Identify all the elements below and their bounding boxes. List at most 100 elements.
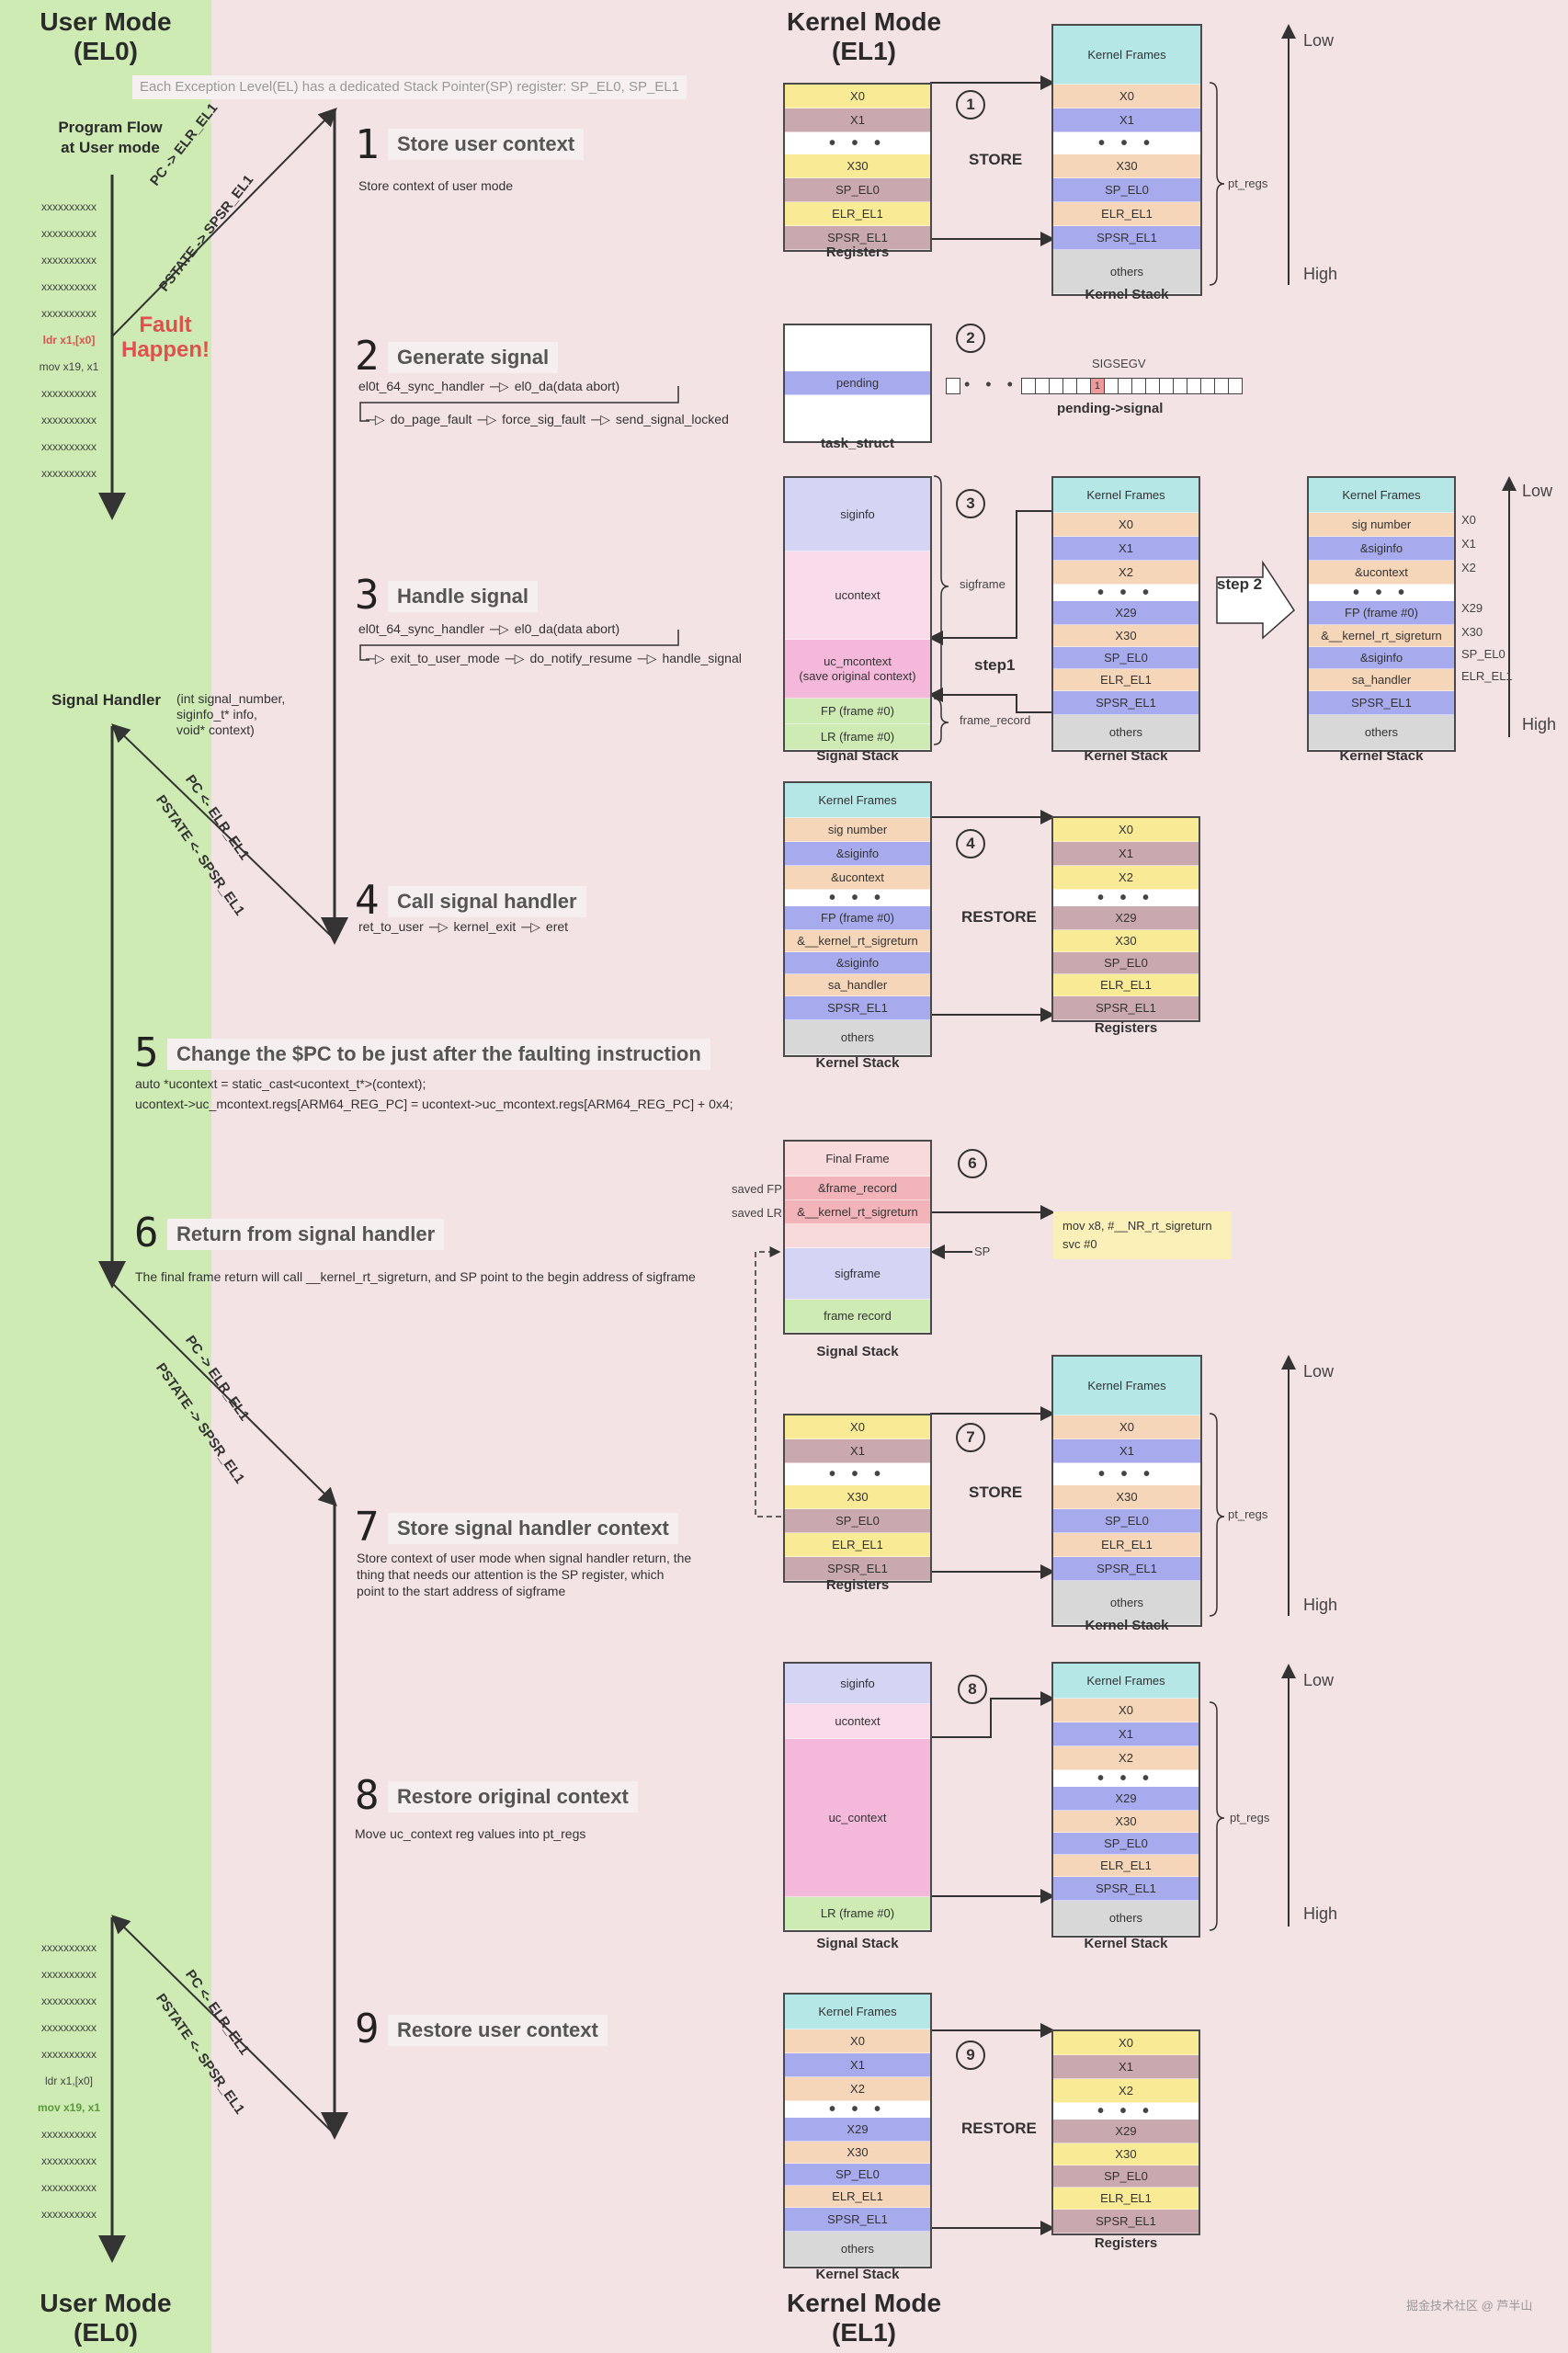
code-line: xxxxxxxxxx	[41, 2128, 97, 2141]
stack-cell: siginfo	[785, 478, 930, 551]
stack-cell: X29	[1053, 1787, 1199, 1811]
kernel-mode-el: (EL1)	[832, 37, 896, 65]
step2-chain-2: ─▷ do_page_fault ─▷ force_sig_fault ─▷ send_s…	[360, 412, 729, 427]
stack-cell: X30	[1053, 625, 1199, 647]
chain-item: do_page_fault	[390, 412, 472, 426]
stack-cell: SPSR_EL1	[785, 2208, 930, 2232]
chain-item: el0t_64_sync_handler	[358, 621, 484, 636]
stack-cell: SP_EL0	[785, 1509, 930, 1533]
stack-cell: &siginfo	[785, 952, 930, 974]
program-flow-line1: Program Flow	[58, 119, 163, 136]
d3-reg-map-label: ELR_EL1	[1461, 669, 1513, 683]
stack-cell: X30	[1053, 154, 1200, 178]
stack-cell: Kernel Frames	[1053, 1664, 1199, 1699]
stack-cell: SPSR_EL1	[1053, 1557, 1200, 1581]
stack-cell: • • •	[1053, 584, 1199, 602]
stack-cell: ELR_EL1	[785, 202, 930, 226]
stack-cell: Final Frame	[785, 1142, 930, 1176]
bit-cell	[1172, 377, 1187, 394]
stack-cell: • • •	[1053, 889, 1199, 907]
stack-cell: X2	[1053, 2079, 1199, 2103]
step-number: 4	[355, 877, 380, 924]
step-circle-badge: 1	[956, 90, 985, 119]
step-title: Return from signal handler	[167, 1219, 445, 1250]
stack-cell: SPSR_EL1	[785, 996, 930, 1020]
d3-reg-map-label: X0	[1461, 513, 1476, 527]
stack-cell: SP_EL0	[1053, 952, 1199, 974]
d8-kernel-stack: Kernel Frames X0 X1 X2 • • • X29 X30 SP_EL0 ELR_…	[1051, 1662, 1200, 1938]
stack-cell: X0	[1053, 818, 1199, 842]
stack-cell: X0	[1053, 85, 1200, 108]
step-number: 5	[134, 1029, 159, 1076]
user-mode-footer-el: (EL0)	[74, 2318, 138, 2347]
stack-cell: ELR_EL1	[1053, 1855, 1199, 1877]
bit-cell	[1117, 377, 1132, 394]
stack-cell: Kernel Frames	[1053, 478, 1199, 513]
d1-op-label: STORE	[969, 151, 1023, 168]
kernel-mode-title: Kernel Mode	[786, 7, 942, 36]
bit-cell	[1186, 377, 1201, 394]
bit-cell	[1227, 377, 1243, 394]
stack-cell: SPSR_EL1	[1053, 996, 1199, 1020]
stack-cell: X29	[1053, 2120, 1199, 2143]
bit-cell	[1213, 377, 1229, 394]
stack-cell: X1	[1053, 2055, 1199, 2079]
bit-cell	[1075, 377, 1091, 394]
chain-item: handle_signal	[662, 651, 742, 665]
kernel-mode-footer: Kernel Mode (EL1)	[772, 2289, 956, 2347]
code-line: xxxxxxxxxx	[41, 1941, 97, 1954]
stack-cell: X1	[1053, 108, 1200, 132]
stack-cell: &ucontext	[1309, 561, 1454, 585]
d3-step1-label: step1	[974, 656, 1016, 674]
step-title: Handle signal	[388, 581, 539, 612]
stack-cell: &ucontext	[785, 866, 930, 890]
step4-chain: ret_to_user ─▷ kernel_exit ─▷ eret	[358, 919, 568, 935]
code-line: xxxxxxxxxx	[41, 2181, 97, 2194]
d3-low-label: Low	[1522, 482, 1553, 500]
stack-cell: X1	[1053, 1722, 1199, 1746]
fault-line1: Fault	[139, 313, 192, 337]
step5-code-line2: ucontext->uc_mcontext.regs[ARM64_REG_PC]…	[135, 1097, 733, 1111]
d1-kernel-stack: Kernel Frames X0 X1 • • • X30 SP_EL0 ELR_EL1 SP…	[1051, 24, 1202, 296]
chain-item: el0_da(data abort)	[514, 621, 620, 636]
stack-cell: X30	[1053, 1485, 1200, 1509]
stack-cell: SP_EL0	[1053, 178, 1200, 202]
d2-task-struct-label: task_struct	[820, 436, 895, 451]
d3-reg-map-label: X2	[1461, 561, 1476, 574]
chain-arrow-icon: ─▷	[591, 412, 610, 426]
chain-item: ret_to_user	[358, 919, 424, 934]
stack-cell: SP_EL0	[1053, 647, 1199, 669]
sp-banner: Each Exception Level(EL) has a dedicated…	[132, 75, 687, 99]
step-title: Store signal handler context	[388, 1513, 678, 1544]
d1-registers-label: Registers	[825, 244, 890, 260]
bit-cell	[1199, 377, 1215, 394]
stack-cell: ELR_EL1	[1053, 2188, 1199, 2210]
stack-cell: sa_handler	[785, 974, 930, 996]
code-line: xxxxxxxxxx	[41, 307, 97, 320]
d3-reg-map-label: X29	[1461, 601, 1483, 615]
bit-cell	[1158, 377, 1174, 394]
stack-cell: frame record	[785, 1300, 930, 1333]
step-title: Generate signal	[388, 342, 559, 373]
step-circle-badge: 3	[956, 489, 985, 518]
step2-chain-1: el0t_64_sync_handler ─▷ el0_da(data abort)	[358, 379, 619, 394]
stack-cell	[785, 325, 930, 371]
d9-op-label: RESTORE	[961, 2120, 1037, 2137]
code-line: xxxxxxxxxx	[41, 2208, 97, 2221]
chain-arrow-icon: ─▷	[637, 651, 657, 665]
stack-cell: X29	[1053, 601, 1199, 625]
stack-cell: • • •	[1053, 1463, 1200, 1485]
bit-cell	[1131, 377, 1146, 394]
bit-cell	[1020, 377, 1036, 394]
stack-cell: SP_EL0	[785, 2164, 930, 2186]
note-line: mov x8, #__NR_rt_sigreturn	[1062, 1219, 1212, 1233]
stack-cell: SPSR_EL1	[1309, 691, 1454, 715]
d7-low-label: Low	[1303, 1362, 1335, 1381]
stack-cell: &siginfo	[785, 842, 930, 866]
d3-high-label: High	[1522, 715, 1557, 733]
stack-cell: &__kernel_rt_sigreturn	[785, 930, 930, 952]
stack-cell: X0	[785, 85, 930, 108]
stack-cell: &__kernel_rt_sigreturn	[785, 1200, 930, 1224]
d3-sigframe-label: sigframe	[960, 577, 1006, 591]
stack-cell: ELR_EL1	[785, 2186, 930, 2208]
